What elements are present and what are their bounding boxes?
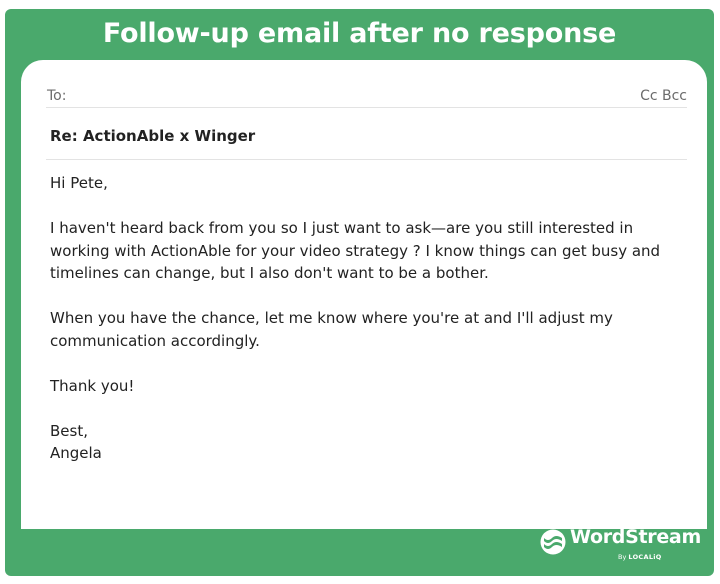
- to-label: To:: [47, 88, 67, 104]
- cc-bcc-link[interactable]: Cc Bcc: [640, 88, 687, 104]
- email-card: To: Cc Bcc Re: ActionAble x Winger Hi Pe…: [21, 60, 707, 529]
- wordstream-logo: WordStream By LOCALiQ: [540, 524, 701, 564]
- wordstream-logo-icon: [540, 529, 566, 555]
- email-paragraph-2: When you have the chance, let me know wh…: [50, 309, 613, 350]
- green-frame: Follow-up email after no response To: Cc…: [5, 9, 714, 576]
- logo-byline: By LOCALiQ: [618, 553, 662, 561]
- email-subject: Re: ActionAble x Winger: [50, 127, 256, 145]
- subject-row[interactable]: Re: ActionAble x Winger: [46, 120, 687, 160]
- logo-by-text: By: [618, 553, 627, 561]
- email-signoff: Best,: [50, 421, 88, 440]
- email-body[interactable]: Hi Pete, I haven't heard back from you s…: [50, 172, 680, 465]
- banner-title: Follow-up email after no response: [102, 18, 617, 49]
- email-thanks: Thank you!: [50, 376, 135, 395]
- to-field-row[interactable]: To: Cc Bcc: [46, 84, 687, 108]
- email-greeting: Hi Pete,: [50, 174, 108, 192]
- logo-company: LOCALiQ: [628, 553, 662, 561]
- logo-wordmark: WordStream: [570, 526, 701, 548]
- email-signature: Angela: [50, 444, 102, 462]
- email-paragraph-1: I haven't heard back from you so I just …: [50, 219, 661, 282]
